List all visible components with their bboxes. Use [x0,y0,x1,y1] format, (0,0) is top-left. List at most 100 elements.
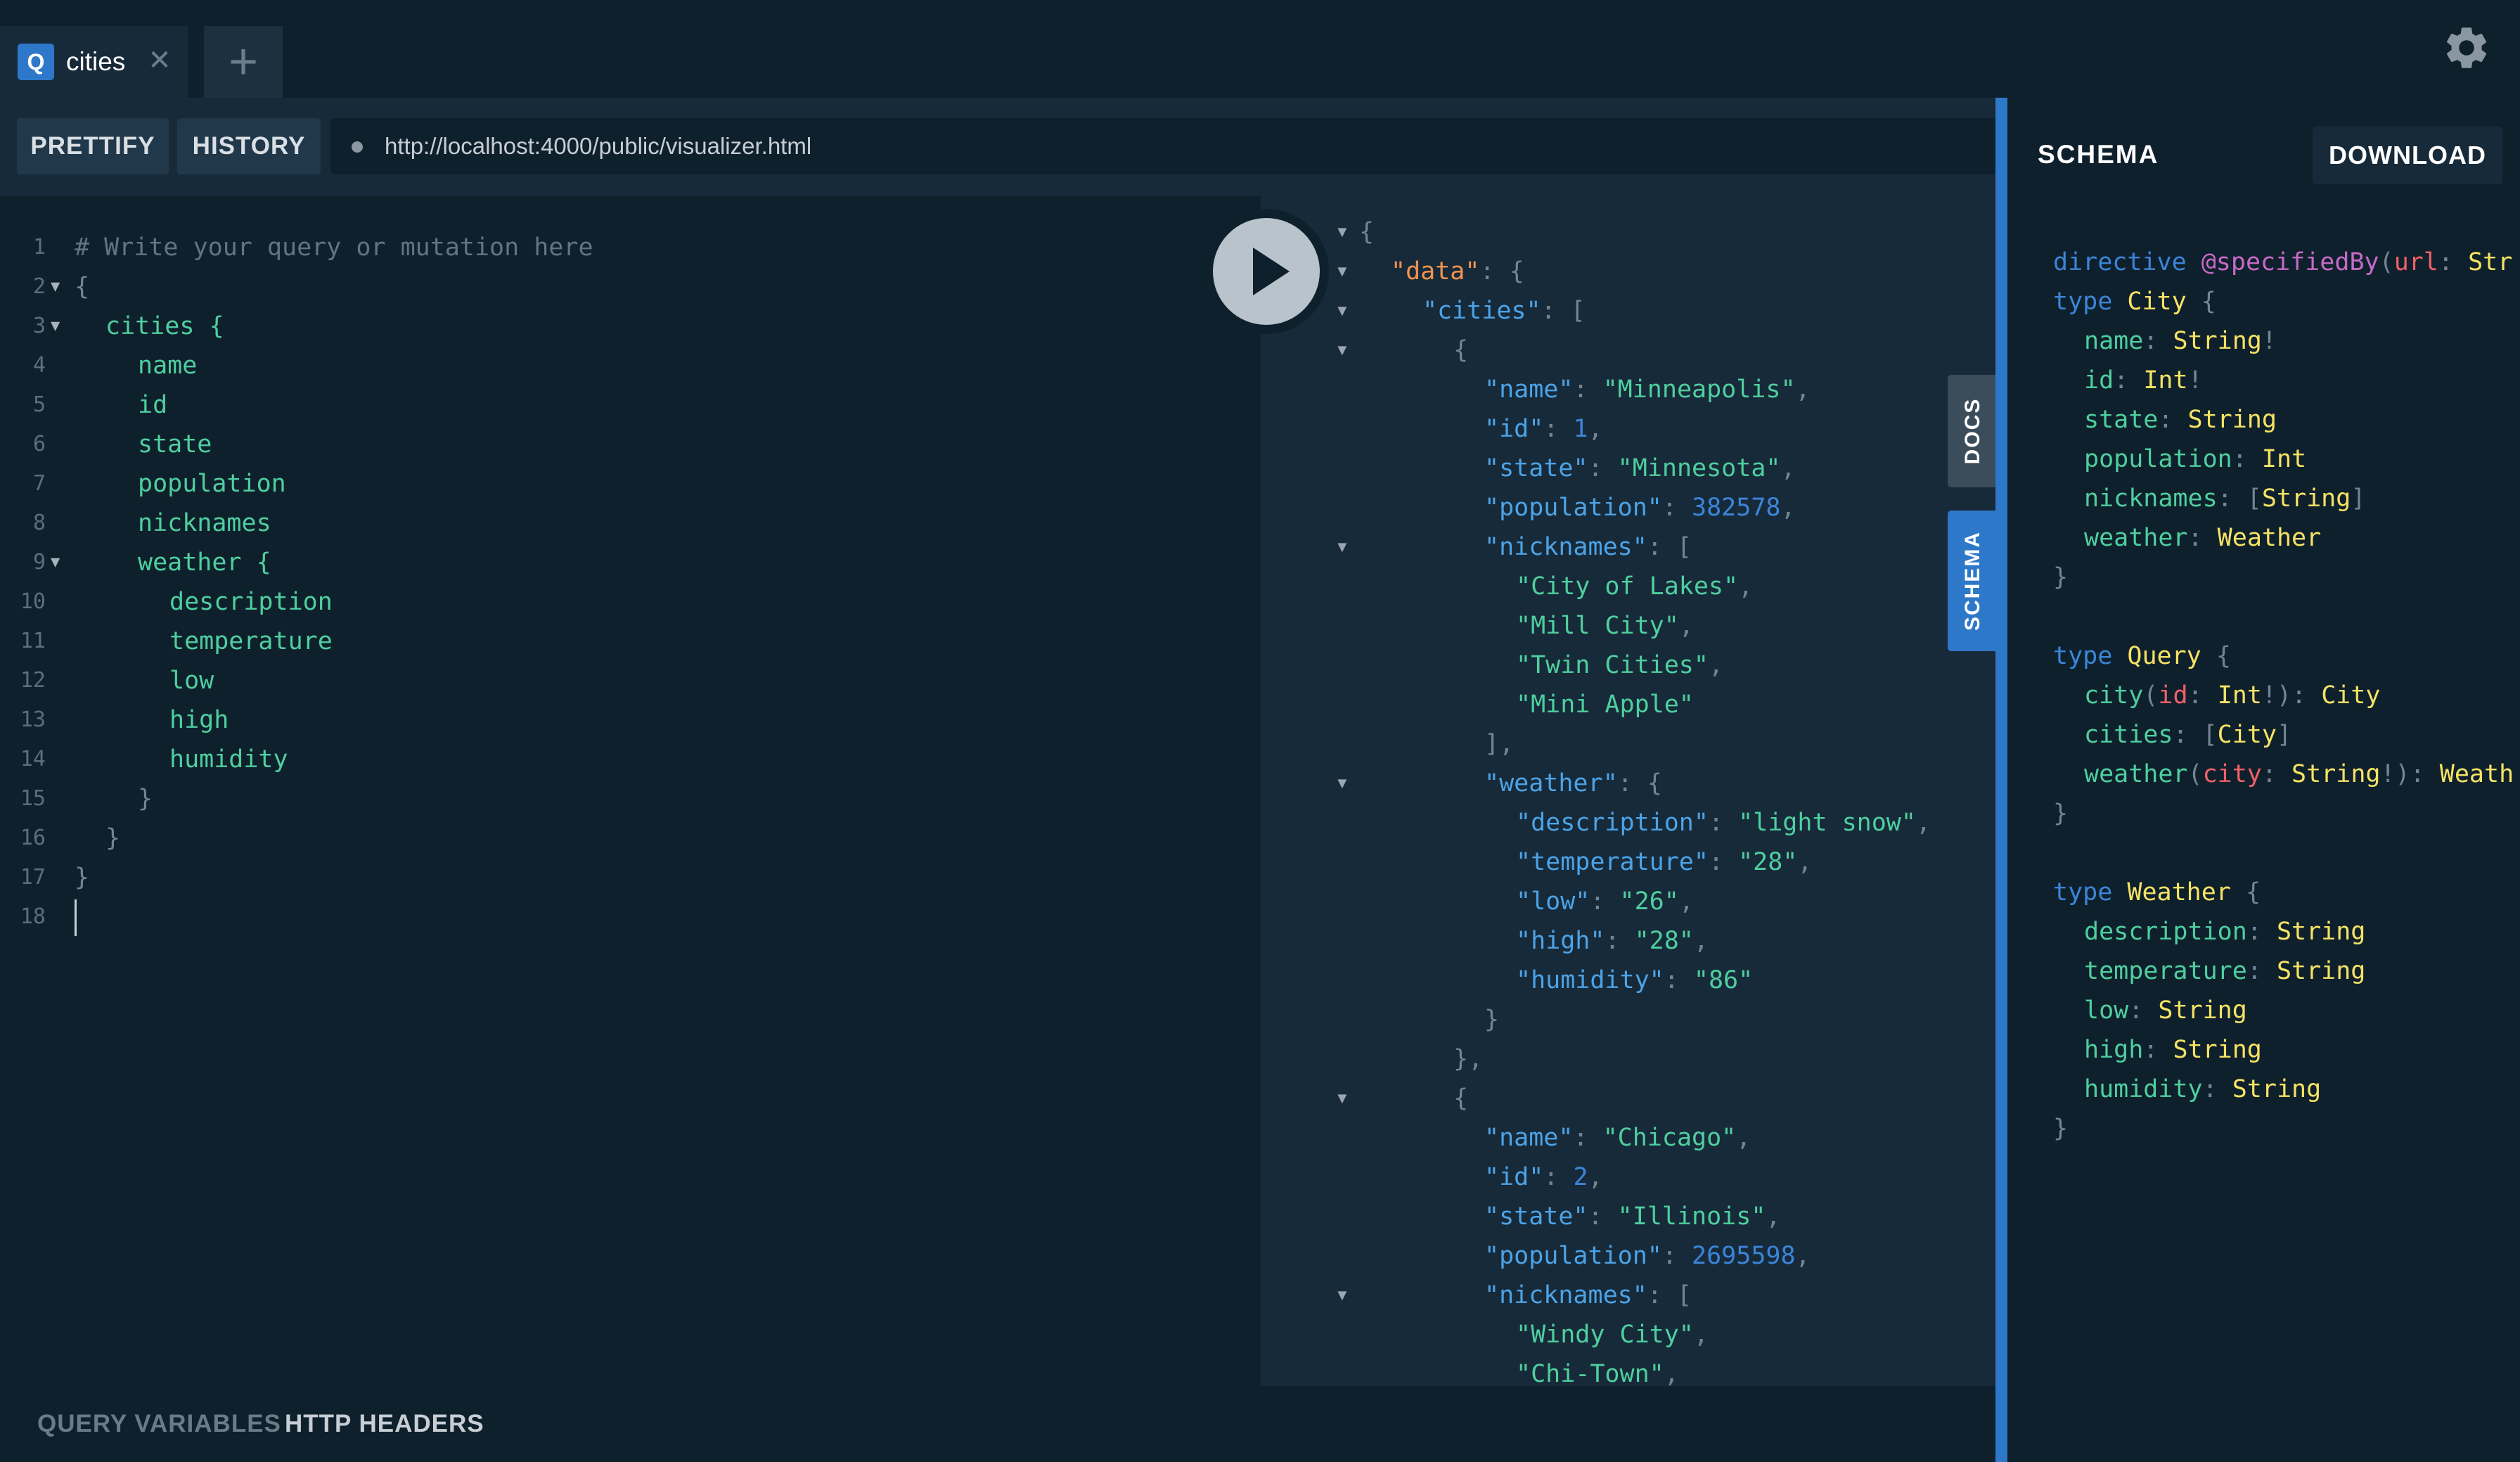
code-line: name [138,352,198,380]
json-line: "high": "28", [1516,927,1709,955]
sdl-line: temperature: String [2084,957,2366,985]
sdl-line: id: Int! [2084,366,2203,395]
schema-tab[interactable]: SCHEMA [1948,511,1998,651]
play-icon [1253,248,1290,295]
sdl-type: String [2291,760,2381,788]
docs-tab-label: DOCS [1961,397,1984,465]
json-key: "name" [1484,376,1574,404]
fold-arrow-icon[interactable]: ▼ [1335,212,1350,252]
json-key: "nicknames" [1484,1281,1647,1309]
sdl-line: low: String [2084,996,2247,1025]
json-key: "temperature" [1516,848,1709,876]
json-line: "nicknames": [ [1484,533,1692,561]
json-line: "Chi-Town", [1516,1354,1679,1386]
close-icon[interactable]: ✕ [146,41,174,79]
fold-arrow-icon[interactable]: ▼ [51,267,60,307]
sdl-directive: @specifiedBy [2201,248,2379,276]
sdl-field: low [2084,996,2129,1025]
sdl-type: City [2321,681,2381,710]
json-key: "high" [1516,927,1605,955]
text-cursor [75,899,77,936]
result-viewer[interactable]: { "data": { "cities": [ { "name": "Minne… [1261,196,1995,1386]
sdl-keyword: type [2053,878,2113,906]
code-line: } [138,785,153,813]
json-value: "Mill City" [1516,612,1679,640]
fold-arrow-icon[interactable]: ▼ [1335,1079,1350,1118]
sdl-line: type Query { [2053,642,2231,670]
schema-panel: SCHEMA DOWNLOAD directive @specifiedBy(u… [2007,98,2520,1462]
json-line: "state": "Minnesota", [1484,454,1796,482]
code-line: high [169,706,229,734]
line-number: 13 [20,707,46,732]
fold-arrow-icon[interactable]: ▼ [51,543,60,582]
fold-arrow-icon[interactable]: ▼ [1335,764,1350,803]
sdl-line: type Weather { [2053,878,2261,906]
http-headers-tab[interactable]: HTTP HEADERS [285,1386,484,1462]
json-key: "low" [1516,887,1590,916]
sdl-type: String [2187,406,2277,434]
history-button[interactable]: HISTORY [177,118,321,174]
gear-icon[interactable] [2441,23,2492,73]
code-line: low [169,667,214,695]
json-value: "86" [1693,966,1754,994]
sdl-type: Int [2217,681,2262,710]
sdl-line: high: String [2084,1036,2262,1064]
sdl-field: nicknames [2084,485,2218,513]
code-line: { [75,273,90,301]
download-button[interactable]: DOWNLOAD [2313,127,2502,184]
code-line: } [105,824,121,852]
fold-arrow-icon[interactable]: ▼ [1335,252,1350,291]
fold-arrow-icon[interactable]: ▼ [51,307,60,346]
code-line: temperature [169,627,333,655]
fold-arrow-icon[interactable]: ▼ [1335,527,1350,567]
sdl-line: city(id: Int!): City [2084,681,2381,710]
sdl-keyword: type [2053,642,2113,670]
json-line: { [1359,218,1375,246]
endpoint-url-input[interactable]: http://localhost:4000/public/visualizer.… [330,118,1995,174]
sdl-line: type City { [2053,288,2216,316]
fold-arrow-icon[interactable]: ▼ [1335,1276,1350,1315]
schema-panel-resize-handle[interactable] [1995,98,2007,1462]
json-key: "weather" [1484,769,1618,797]
query-editor[interactable]: 1 2 3 4 5 6 7 8 9 10 11 12 13 14 15 16 1… [0,196,1261,1386]
json-key: "name" [1484,1124,1574,1152]
add-tab-button[interactable]: + [204,26,283,98]
code-comment: # Write your query or mutation here [75,233,593,262]
line-number: 6 [32,432,46,456]
endpoint-url-text: http://localhost:4000/public/visualizer.… [385,133,812,159]
json-line: "id": 2, [1484,1163,1603,1191]
line-number: 2 [32,274,46,299]
json-line: }, [1453,1045,1484,1073]
sdl-type: Str [2468,248,2513,276]
docs-tab[interactable]: DOCS [1948,375,1998,487]
line-number: 12 [20,668,46,693]
json-key: "cities" [1422,297,1541,325]
sdl-type: String [2158,996,2247,1025]
sdl-arg: city [2202,760,2262,788]
sdl-line: } [2053,1115,2069,1143]
sdl-field: humidity [2084,1075,2203,1103]
fold-arrow-icon[interactable]: ▼ [1335,291,1350,331]
json-line: "temperature": "28", [1516,848,1813,876]
json-value: "light snow" [1738,809,1916,837]
json-key: "id" [1484,415,1544,443]
tab-cities[interactable]: Q cities ✕ [0,26,188,98]
json-key: "state" [1484,454,1588,482]
sdl-field: cities [2084,721,2173,749]
sdl-field: temperature [2084,957,2247,985]
fold-arrow-icon[interactable]: ▼ [1335,331,1350,370]
status-dot-icon [352,141,363,153]
json-line: { [1453,1084,1469,1112]
query-variables-tab[interactable]: QUERY VARIABLES [37,1386,281,1462]
json-line: ], [1484,730,1515,758]
code-line: state [138,430,212,459]
json-key: "id" [1484,1163,1544,1191]
sdl-line: } [2053,563,2069,591]
json-value: "28" [1738,848,1798,876]
prettify-button[interactable]: PRETTIFY [17,118,169,174]
query-badge-icon: Q [18,44,54,80]
json-value: "Mini Apple" [1516,691,1694,719]
sdl-type: String [2173,1036,2262,1064]
sdl-type: String [2173,327,2262,355]
sdl-line: weather: Weather [2084,524,2322,552]
